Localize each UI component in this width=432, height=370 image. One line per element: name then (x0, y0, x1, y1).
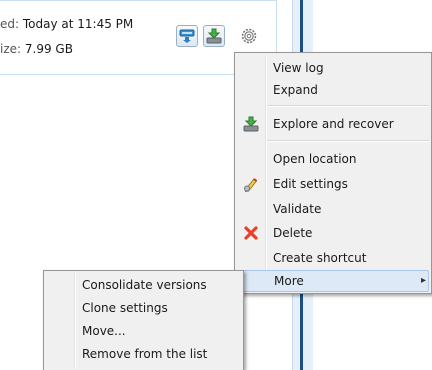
context-menu: View log Expand Explore and recover Open… (234, 52, 432, 294)
menu-item-label: Explore and recover (273, 117, 394, 131)
menu-item-label: More (274, 274, 304, 288)
pencil-icon (244, 178, 258, 192)
gear-icon[interactable] (239, 26, 259, 46)
menu-item-validate[interactable]: Validate (237, 198, 429, 220)
menu-item-label: Delete (273, 226, 313, 240)
menu-item-more[interactable]: More ▸ (237, 270, 429, 292)
last-backup-value: Today at 11:45 PM (22, 17, 134, 31)
menu-item-label: View log (273, 61, 324, 75)
menu-item-view-log[interactable]: View log (237, 57, 429, 79)
backup-button[interactable] (176, 25, 198, 47)
menu-item-explore-and-recover[interactable]: Explore and recover (237, 113, 429, 135)
submenu-item-clone-settings[interactable]: Clone settings (46, 297, 241, 319)
menu-item-label: Move... (82, 324, 126, 338)
red-x-icon (244, 226, 258, 240)
menu-item-label: Validate (273, 202, 322, 216)
size-value: 7.99 GB (24, 42, 73, 56)
more-submenu: Consolidate versions Clone settings Move… (43, 270, 244, 370)
menu-item-create-shortcut[interactable]: Create shortcut (237, 247, 429, 269)
menu-item-edit-settings[interactable]: Edit settings (237, 173, 429, 195)
last-backup-label: ed: (0, 17, 20, 31)
recover-icon (243, 116, 259, 132)
menu-item-label: Consolidate versions (82, 278, 207, 292)
size-label: ize: (0, 42, 22, 56)
menu-item-label: Clone settings (82, 301, 168, 315)
menu-item-label: Remove from the list (82, 347, 208, 361)
menu-item-label: Open location (273, 152, 357, 166)
submenu-item-remove-from-list[interactable]: Remove from the list (46, 343, 241, 365)
menu-separator (267, 140, 429, 142)
menu-separator (267, 105, 429, 107)
last-backup-row: ed: Today at 11:45 PM (0, 17, 133, 31)
submenu-arrow-icon: ▸ (420, 275, 426, 286)
recover-button[interactable] (203, 25, 225, 47)
menu-item-label: Edit settings (273, 177, 348, 191)
submenu-item-move[interactable]: Move... (46, 320, 241, 342)
menu-item-label: Create shortcut (273, 251, 367, 265)
recover-icon (206, 28, 222, 44)
menu-item-label: Expand (273, 83, 318, 97)
menu-item-delete[interactable]: Delete (237, 222, 429, 244)
menu-item-expand[interactable]: Expand (237, 79, 429, 101)
size-row: ize: 7.99 GB (0, 42, 73, 56)
submenu-item-consolidate-versions[interactable]: Consolidate versions (46, 274, 241, 296)
backup-icon (179, 29, 195, 43)
menu-item-open-location[interactable]: Open location (237, 148, 429, 170)
